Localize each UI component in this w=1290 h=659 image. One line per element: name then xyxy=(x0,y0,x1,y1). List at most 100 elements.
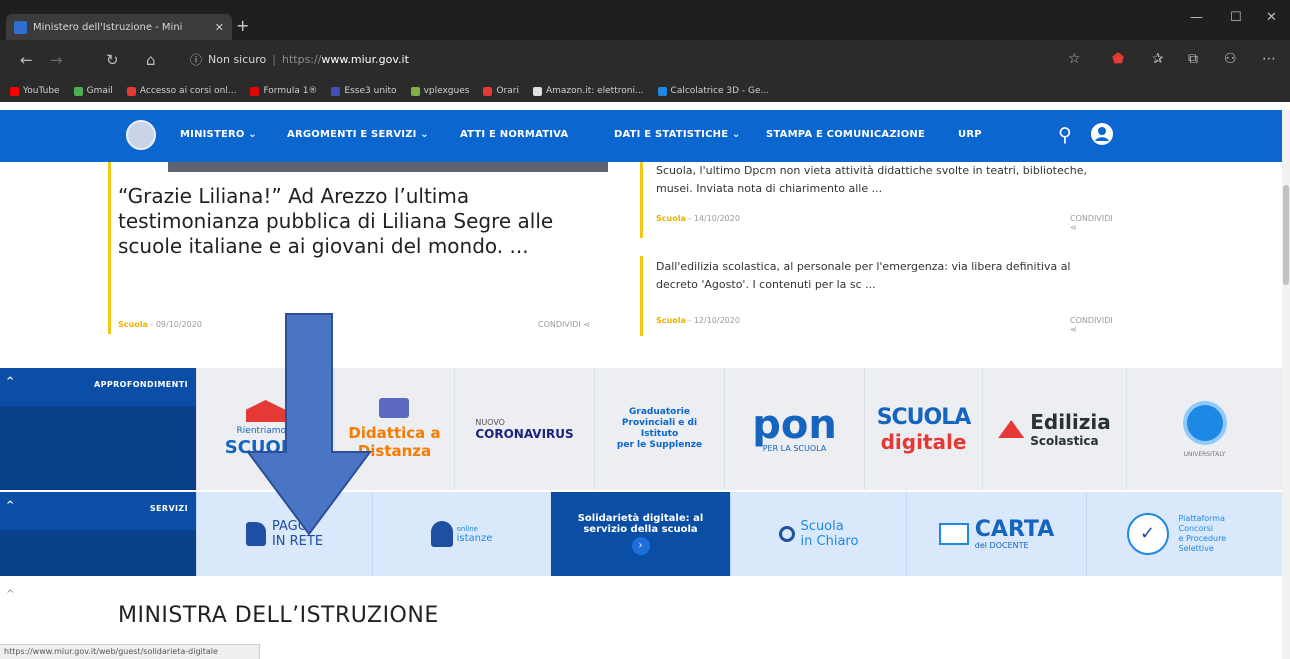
tab-title: Ministero dell'Istruzione - Mini xyxy=(33,21,183,33)
favorite-item[interactable]: Gmail xyxy=(73,86,113,96)
tile-carta-del-docente[interactable]: CARTA del DOCENTE xyxy=(906,492,1086,576)
minimize-icon[interactable]: — xyxy=(1190,10,1203,25)
nav-stampa-comunicazione[interactable]: STAMPA E COMUNICAZIONE xyxy=(766,129,925,140)
collapse-icon[interactable]: ^ xyxy=(6,376,14,387)
tile-line2: Scolastica xyxy=(1030,434,1099,448)
magnifier-icon xyxy=(778,526,795,542)
search-icon[interactable]: ⚲ xyxy=(1058,124,1072,146)
favorites-icon[interactable]: ✰ xyxy=(1152,51,1164,67)
tile-line1: SCUOLA xyxy=(876,404,972,430)
tile-pon[interactable]: pon PER LA SCUOLA xyxy=(724,368,864,490)
news-image xyxy=(168,162,608,172)
more-icon[interactable]: ⋯ xyxy=(1262,51,1276,67)
tile-universitaly[interactable]: UNIVERSITALY xyxy=(1126,368,1282,490)
strip-background xyxy=(0,406,196,490)
news-item[interactable]: Scuola, l'ultimo Dpcm non vieta attività… xyxy=(640,162,1113,240)
favorites-bar: YouTube Gmail Accesso ai corsi onl... Formu… xyxy=(0,80,1290,102)
accent-bar xyxy=(640,162,643,238)
favorite-item[interactable]: YouTube xyxy=(10,86,60,96)
nav-argomenti-servizi[interactable]: ARGOMENTI E SERVIZI ⌄ xyxy=(287,129,429,140)
nav-urp[interactable]: URP xyxy=(958,129,982,140)
share-button[interactable]: CONDIVIDI ⋖ xyxy=(538,320,590,329)
favorite-item[interactable]: Orari xyxy=(483,86,519,96)
favorite-item[interactable]: Calcolatrice 3D - Ge... xyxy=(657,86,770,96)
collections-icon[interactable]: ⧉ xyxy=(1188,51,1198,67)
main-news-card[interactable]: “Grazie Liliana!” Ad Arezzo l’ultima tes… xyxy=(108,162,616,334)
close-window-icon[interactable]: ✕ xyxy=(1266,10,1277,25)
check-circle-icon: ✓ xyxy=(1126,513,1169,555)
news-item-text[interactable]: Dall'edilizia scolastica, al personale p… xyxy=(656,258,1096,294)
favorite-item[interactable]: Esse3 unito xyxy=(331,86,397,96)
approfondimenti-label[interactable]: ^ APPROFONDIMENTI xyxy=(0,368,196,406)
close-icon[interactable]: ✕ xyxy=(215,21,224,34)
news-date: - 09/10/2020 xyxy=(147,320,202,329)
star-icon[interactable]: ☆ xyxy=(1068,51,1081,67)
tile-edilizia-scolastica[interactable]: Edilizia Scolastica xyxy=(982,368,1126,490)
share-button[interactable]: CONDIVIDI ⋖ xyxy=(1070,214,1113,232)
favorite-item[interactable]: vplexgues xyxy=(410,86,469,96)
favorite-item[interactable]: Amazon.it: elettroni... xyxy=(532,86,644,96)
tile-line2: PER LA SCUOLA xyxy=(762,443,827,453)
news-meta: Scuola - 09/10/2020 xyxy=(118,320,202,329)
annotation-arrow-icon xyxy=(246,313,372,536)
tile-istanze-online[interactable]: online istanze xyxy=(372,492,550,576)
favorite-label: Formula 1® xyxy=(263,86,318,96)
browser-tab[interactable]: Ministero dell'Istruzione - Mini ✕ xyxy=(6,14,232,40)
pon-logo: pon xyxy=(752,401,837,448)
news-category[interactable]: Scuola xyxy=(656,214,686,223)
share-label: CONDIVIDI xyxy=(1070,214,1113,223)
new-tab-icon[interactable]: + xyxy=(236,16,249,35)
nav-dati-statistiche[interactable]: DATI E STATISTICHE ⌄ xyxy=(614,129,741,140)
tile-line2: servizio della scuola xyxy=(583,524,698,535)
strip-background xyxy=(0,530,196,576)
news-item-text[interactable]: Scuola, l'ultimo Dpcm non vieta attività… xyxy=(656,162,1096,198)
tile-piattaforma-concorsi[interactable]: ✓ Piattaforma Concorsi e Procedure Selet… xyxy=(1086,492,1282,576)
news-category[interactable]: Scuola xyxy=(118,320,148,329)
user-icon[interactable] xyxy=(1090,122,1114,146)
back-icon[interactable]: ← xyxy=(20,51,33,69)
tile-line1: NUOVO xyxy=(475,417,505,427)
favorite-label: Calcolatrice 3D - Ge... xyxy=(670,86,770,96)
scrollbar-thumb[interactable] xyxy=(1283,185,1289,285)
tile-line2: UNIVERSITALY xyxy=(1183,450,1226,458)
favorite-item[interactable]: Accesso ai corsi onl... xyxy=(126,86,236,96)
nav-atti-normativa[interactable]: ATTI E NORMATIVA xyxy=(460,129,568,140)
emblem-logo[interactable] xyxy=(126,120,156,150)
news-category[interactable]: Scuola xyxy=(656,316,686,325)
home-icon[interactable]: ⌂ xyxy=(146,51,156,69)
tile-line1: online xyxy=(456,524,478,533)
collapse-icon[interactable]: ^ xyxy=(6,500,14,511)
tile-line1: Graduatorie Provinciali e di Istituto xyxy=(621,407,698,439)
house-icon xyxy=(998,420,1025,438)
next-arrow-icon[interactable]: › xyxy=(631,537,650,555)
collapse-icon[interactable]: ^ xyxy=(6,589,14,600)
favorite-label: Amazon.it: elettroni... xyxy=(545,86,644,96)
news-item[interactable]: Dall'edilizia scolastica, al personale p… xyxy=(640,256,1113,336)
tile-scuola-digitale[interactable]: SCUOLA digitale xyxy=(864,368,982,490)
forward-icon[interactable]: → xyxy=(50,51,63,69)
news-title[interactable]: “Grazie Liliana!” Ad Arezzo l’ultima tes… xyxy=(118,184,608,259)
tile-solidarieta-digitale[interactable]: Solidarietà digitale: al servizio della … xyxy=(550,492,730,576)
tile-line2: per le Supplenze xyxy=(616,440,703,450)
url-separator: | xyxy=(272,53,276,66)
tile-graduatorie[interactable]: Graduatorie Provinciali e di Istituto pe… xyxy=(594,368,724,490)
servizi-strip: ^ SERVIZI PAGO IN RETE online istanze So… xyxy=(0,492,1282,576)
favorite-icon xyxy=(10,86,19,96)
favorite-label: Esse3 unito xyxy=(344,86,397,96)
maximize-icon[interactable]: ☐ xyxy=(1230,10,1242,25)
url-field[interactable]: ⓘ Non sicuro | https://www.miur.gov.it xyxy=(184,47,1104,72)
info-icon[interactable]: ⓘ xyxy=(190,51,202,68)
tile-line2: del DOCENTE xyxy=(974,540,1029,550)
reload-icon[interactable]: ↻ xyxy=(106,51,119,69)
news-date: - 14/10/2020 xyxy=(685,214,740,223)
share-button[interactable]: CONDIVIDI ⋖ xyxy=(1070,316,1113,334)
share-label: CONDIVIDI xyxy=(1070,316,1113,325)
nav-ministero[interactable]: MINISTERO ⌄ xyxy=(180,129,257,140)
tile-coronavirus[interactable]: NUOVO CORONAVIRUS xyxy=(454,368,594,490)
servizi-label[interactable]: ^ SERVIZI xyxy=(0,492,196,530)
extension-icon[interactable]: ⬟ xyxy=(1112,51,1124,67)
favorite-item[interactable]: Formula 1® xyxy=(250,86,317,96)
tile-line2: in Chiaro xyxy=(800,534,859,549)
profile-icon[interactable]: ⚇ xyxy=(1224,51,1237,67)
tile-scuola-in-chiaro[interactable]: Scuola in Chiaro xyxy=(730,492,906,576)
